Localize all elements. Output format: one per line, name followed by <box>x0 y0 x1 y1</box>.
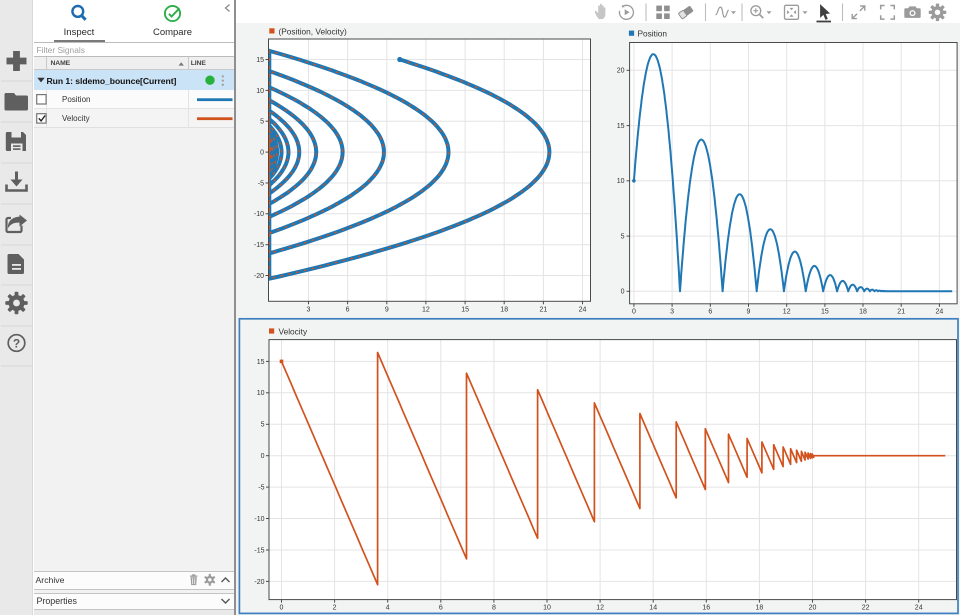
svg-text:20: 20 <box>617 68 625 75</box>
svg-text:6: 6 <box>708 309 712 316</box>
svg-text:0: 0 <box>621 289 625 296</box>
svg-text:21: 21 <box>540 307 548 314</box>
svg-text:16: 16 <box>702 605 710 612</box>
svg-text:-20: -20 <box>254 579 264 586</box>
svg-text:10: 10 <box>617 178 625 185</box>
svg-text:6: 6 <box>439 605 443 612</box>
svg-text:(Position, Velocity): (Position, Velocity) <box>279 26 347 36</box>
svg-text:15: 15 <box>461 307 469 314</box>
svg-text:6: 6 <box>346 307 350 314</box>
svg-text:10: 10 <box>257 390 265 397</box>
svg-text:3: 3 <box>670 309 674 316</box>
svg-text:-20: -20 <box>254 273 264 280</box>
svg-text:15: 15 <box>617 123 625 130</box>
svg-text:-15: -15 <box>254 242 264 249</box>
svg-text:9: 9 <box>385 307 389 314</box>
svg-text:0: 0 <box>261 453 265 460</box>
svg-text:8: 8 <box>492 605 496 612</box>
svg-text:12: 12 <box>422 307 430 314</box>
svg-text:12: 12 <box>596 605 604 612</box>
svg-text:10: 10 <box>256 88 264 95</box>
svg-text:18: 18 <box>859 309 867 316</box>
svg-text:5: 5 <box>621 234 625 241</box>
svg-text:22: 22 <box>862 605 870 612</box>
svg-text:24: 24 <box>579 307 587 314</box>
svg-text:0: 0 <box>632 309 636 316</box>
svg-text:2: 2 <box>333 605 337 612</box>
svg-text:0: 0 <box>260 150 264 157</box>
svg-text:Velocity: Velocity <box>279 326 308 336</box>
svg-text:15: 15 <box>257 359 265 366</box>
svg-text:15: 15 <box>256 57 264 64</box>
svg-text:9: 9 <box>747 309 751 316</box>
svg-text:14: 14 <box>649 605 657 612</box>
svg-text:Position: Position <box>638 29 668 39</box>
svg-text:5: 5 <box>260 119 264 126</box>
svg-text:24: 24 <box>915 605 923 612</box>
svg-text:12: 12 <box>783 309 791 316</box>
svg-text:15: 15 <box>821 309 829 316</box>
svg-text:-10: -10 <box>254 516 264 523</box>
svg-text:0: 0 <box>280 605 284 612</box>
svg-text:20: 20 <box>809 605 817 612</box>
svg-text:-5: -5 <box>258 485 264 492</box>
svg-text:18: 18 <box>756 605 764 612</box>
svg-text:-5: -5 <box>258 180 264 187</box>
svg-text:10: 10 <box>543 605 551 612</box>
svg-text:24: 24 <box>936 309 944 316</box>
svg-text:21: 21 <box>897 309 905 316</box>
svg-text:-15: -15 <box>254 547 264 554</box>
svg-text:18: 18 <box>500 307 508 314</box>
svg-text:5: 5 <box>261 422 265 429</box>
svg-text:3: 3 <box>307 307 311 314</box>
svg-text:4: 4 <box>386 605 390 612</box>
svg-text:-10: -10 <box>254 211 264 218</box>
